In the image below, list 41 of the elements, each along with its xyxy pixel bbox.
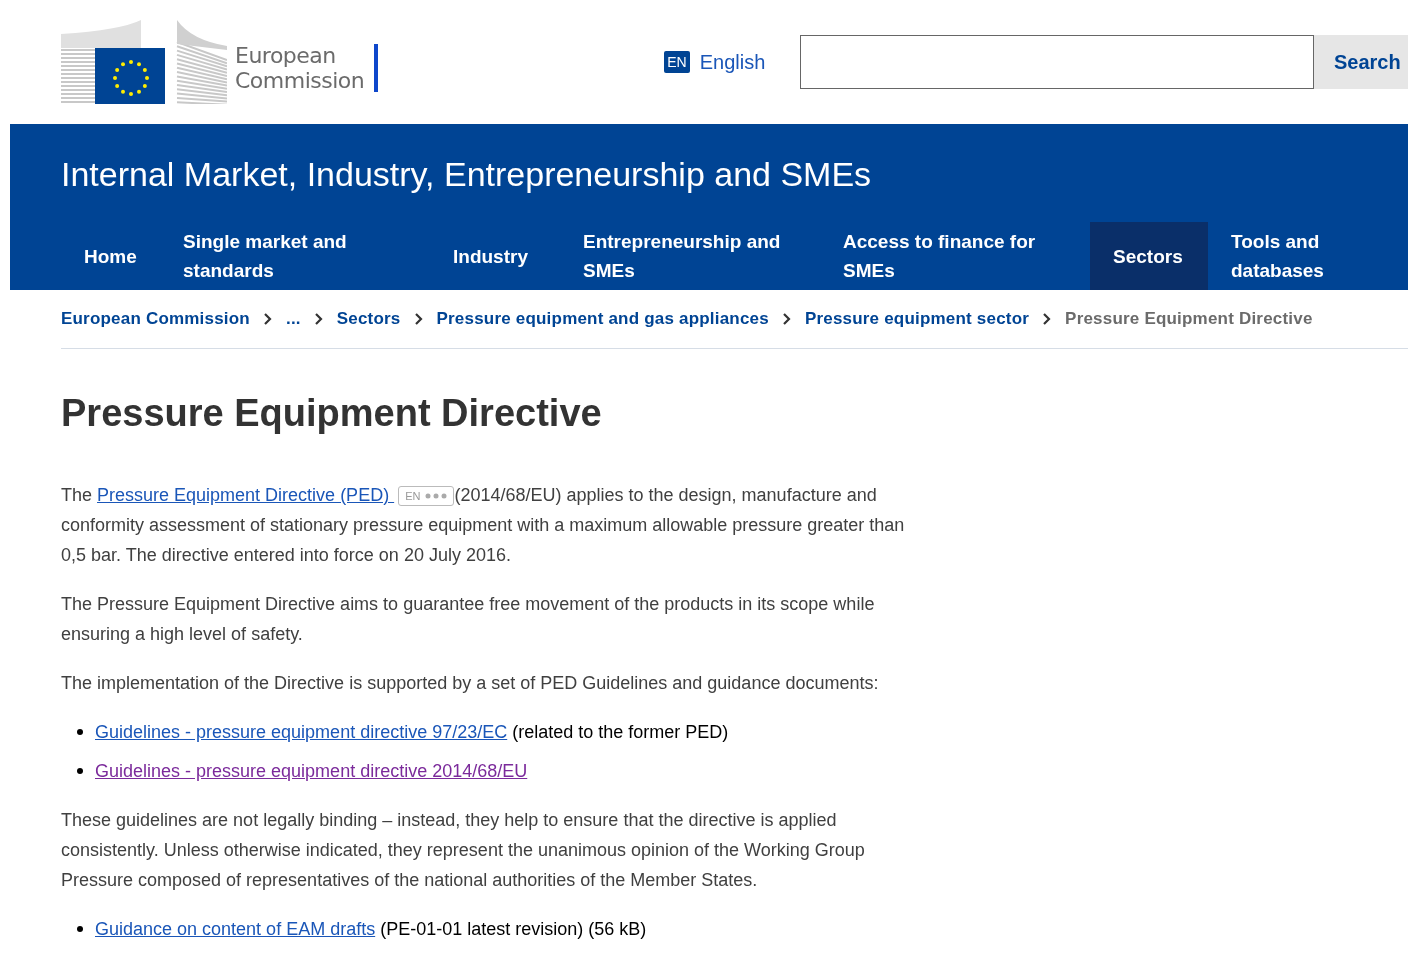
bullet-icon [77, 768, 83, 774]
chevron-right-icon [313, 312, 324, 326]
search-field[interactable] [800, 35, 1314, 89]
logo-text: European [235, 43, 337, 68]
nav-tab[interactable]: Sectors [1090, 222, 1208, 290]
nav-tab[interactable]: Industry [430, 222, 560, 290]
breadcrumb-link[interactable]: European Commission [61, 306, 250, 332]
paragraph: The Pressure Equipment Directive (PED) EN (2014/68/EU) applies to the design, manufacture and conformity assessment of stationary pressure equipment with a maximum allowable pressure greater than 0,5 bar. The directive entered into force on 20 July 2016. [61, 484, 906, 567]
language-selector[interactable]: EN English [664, 47, 766, 77]
more-icon [425, 493, 448, 500]
nav-tab[interactable]: Access to finance for SMEs [820, 222, 1090, 290]
text-link[interactable]: Guidelines - pressure equipment directive 2014/68/EU [95, 761, 528, 781]
list-item: Guidelines - pressure equipment directive 97/23/EC (related to the former PED) [95, 721, 729, 744]
chevron-right-icon [781, 312, 792, 326]
nav-tab[interactable]: Tools and databases [1208, 222, 1358, 290]
text-link[interactable]: Guidance on content of EAM drafts [95, 919, 376, 939]
language-code-icon: EN [664, 51, 690, 73]
breadcrumb-link[interactable]: Pressure equipment sector [804, 306, 1030, 332]
list-item: Guidance on content of EAM drafts (PE-01-01 latest revision) (56 kB) [95, 918, 647, 941]
breadcrumb-link[interactable]: Sectors [336, 306, 401, 332]
breadcrumb-link[interactable]: Pressure equipment and gas appliances [436, 306, 769, 332]
nav-tab[interactable]: Entrepreneurship and SMEs [560, 222, 820, 290]
paragraph: These guidelines are not legally binding – instead, they help to ensure that the directive is applied consistently. Unless otherwise indicated, they represent the unanimous opinion of the Working Group Pressure composed of representatives of the national authorities of the Member States. [61, 809, 866, 892]
logo-icon [61, 20, 227, 104]
search-button[interactable]: Search [1314, 35, 1408, 89]
bullet-icon [77, 729, 83, 735]
page-title: Pressure Equipment Directive [61, 391, 603, 435]
text-link[interactable]: Pressure Equipment Directive (PED) [97, 485, 395, 505]
chevron-right-icon [413, 312, 424, 326]
chevron-right-icon [1042, 312, 1053, 326]
paragraph: The implementation of the Directive is supported by a set of PED Guidelines and guidance documents: [61, 672, 880, 695]
paragraph: The Pressure Equipment Directive aims to guarantee free movement of the products in its scope while ensuring a high level of safety. [61, 593, 876, 646]
breadcrumb-current: Pressure Equipment Directive [1065, 308, 1313, 331]
logo-text: Commission [235, 68, 365, 93]
breadcrumb-link[interactable]: ... [285, 306, 301, 332]
nav-tab[interactable]: Home [61, 222, 160, 290]
text-link[interactable]: Guidelines - pressure equipment directive 97/23/EC [95, 722, 508, 742]
chevron-right-icon [262, 312, 273, 326]
bullet-icon [77, 926, 83, 932]
site-title: Internal Market, Industry, Entrepreneurship and SMEs [60, 154, 873, 195]
nav-tab[interactable]: Single market and standards [160, 222, 430, 290]
